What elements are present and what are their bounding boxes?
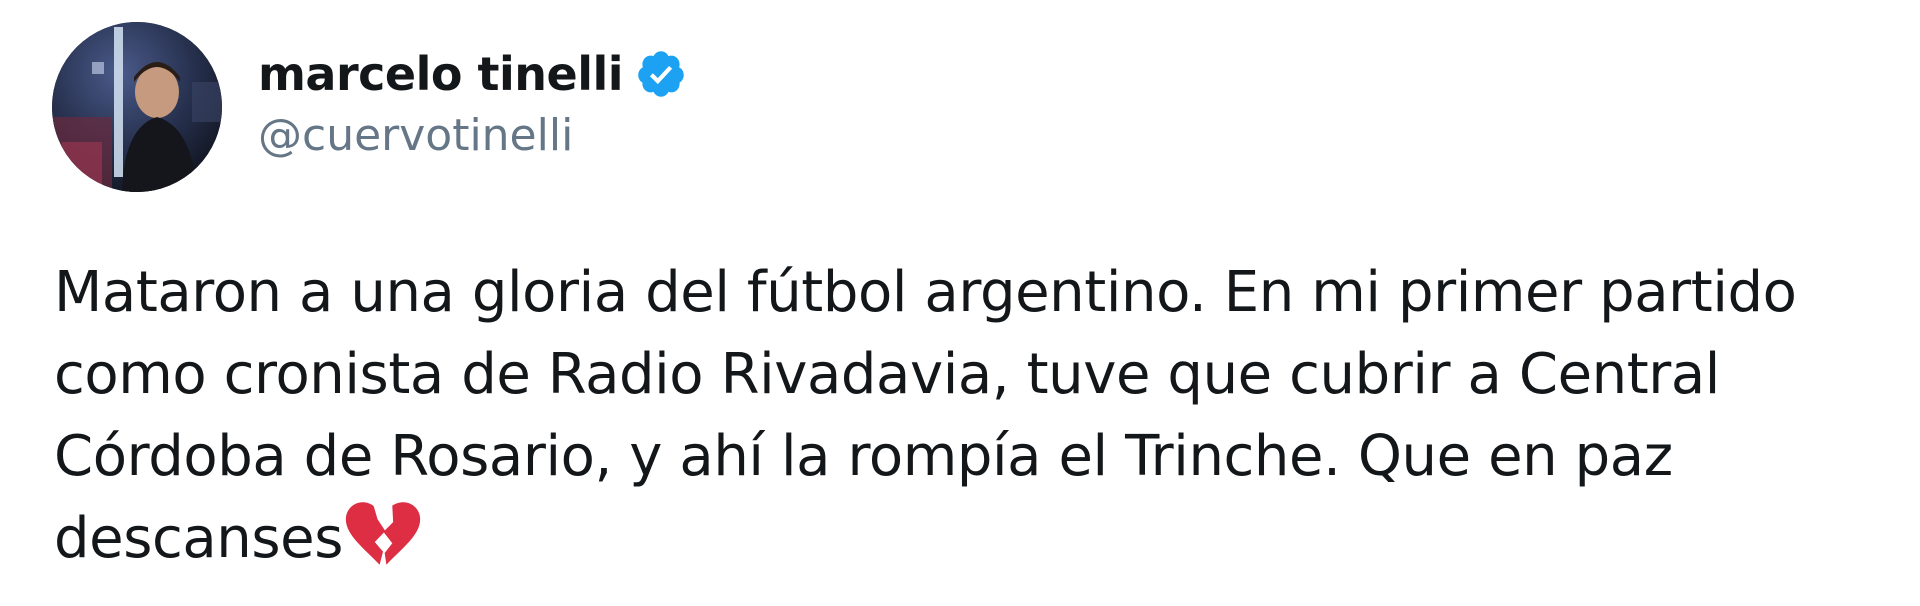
tweet-text: Mataron a una gloria del fútbol argentin… <box>54 252 1894 580</box>
display-name[interactable]: marcelo tinelli <box>258 47 624 101</box>
tweet-text-line: Córdoba de Rosario, y ahí la rompía el T… <box>54 424 1673 489</box>
user-block[interactable]: marcelo tinelli @cuervotinelli <box>258 40 687 161</box>
display-name-row: marcelo tinelli <box>258 40 687 108</box>
avatar[interactable] <box>52 22 222 192</box>
tweet-text-line: Mataron a una gloria del fútbol argentin… <box>54 260 1797 325</box>
verified-badge-icon <box>635 48 687 100</box>
tweet-text-line-last: descanses <box>54 498 1894 580</box>
broken-heart-icon <box>345 499 421 571</box>
tweet-text-fragment: descanses <box>54 506 343 571</box>
tweet-text-line: como cronista de Radio Rivadavia, tuve q… <box>54 342 1720 407</box>
profile-photo-icon <box>52 22 222 192</box>
tweet-card: marcelo tinelli @cuervotinelli Mataron a… <box>0 0 1920 606</box>
username[interactable]: @cuervotinelli <box>258 110 687 161</box>
